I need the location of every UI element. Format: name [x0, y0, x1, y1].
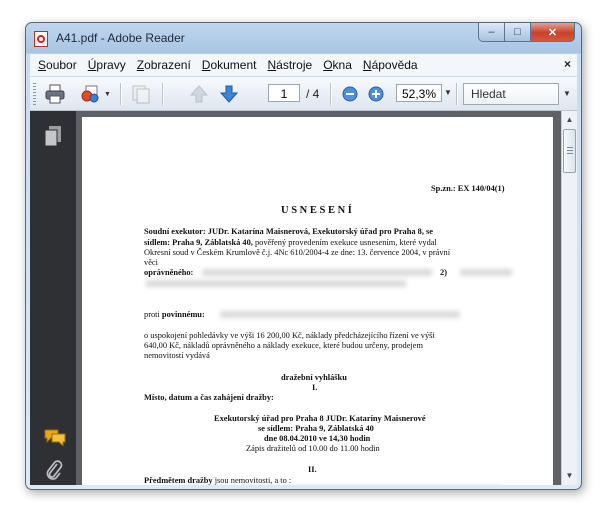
office-line: Zápis dražitelů od 10.00 do 11.00 hodin	[246, 444, 380, 453]
minimize-icon: –	[488, 26, 495, 38]
toolbar-separator	[120, 83, 122, 105]
section-heading: Místo, datum a čas zahájení dražby:	[144, 393, 274, 402]
page-down-icon	[219, 85, 239, 103]
office-line: se sídlem: Praha 9, Záblatská 40	[258, 424, 374, 433]
paragraph-text: jsou nemovitosti, a to :	[214, 476, 292, 485]
close-document-icon[interactable]: ×	[564, 57, 571, 71]
window-controls: – □ ✕	[478, 23, 575, 43]
pages-icon	[44, 126, 61, 147]
menu-upravy[interactable]: Úpravy	[88, 58, 126, 72]
window-title: A41.pdf - Adobe Reader	[56, 31, 185, 45]
zoom-in-button[interactable]	[366, 82, 386, 106]
scroll-grip	[567, 147, 573, 154]
document-heading: U S N E S E N Í	[281, 205, 352, 216]
zoom-out-button[interactable]	[340, 82, 360, 106]
paragraph-line: sídlem: Praha 9, Záblatská 40, pověřený …	[144, 238, 437, 247]
page-total-label: / 4	[306, 87, 320, 101]
paragraph-line: o uspokojení pohledávky ve výši 16 200,0…	[144, 331, 435, 340]
print-icon	[45, 84, 65, 104]
menu-zobrazeni[interactable]: Zobrazení	[137, 58, 191, 72]
zoom-level-select[interactable]: 52,3%	[396, 84, 442, 102]
toolbar-grip[interactable]	[33, 83, 36, 105]
section-number: II.	[308, 465, 317, 474]
minimize-button[interactable]: –	[478, 23, 505, 42]
paragraph-line: věci	[144, 258, 158, 267]
paragraph-bold: Předmětem dražby	[144, 476, 213, 485]
paragraph-line: Okresní soud v Českém Krumlově č.j. 4Nc …	[144, 248, 451, 257]
menu-bar: Soubor Úpravy Zobrazení Dokument Nástroj…	[30, 54, 577, 76]
povinnemu-label: povinnému:	[161, 310, 205, 319]
redacted-text	[146, 280, 406, 287]
print-button[interactable]	[42, 82, 68, 106]
attachments-panel-button[interactable]	[44, 459, 64, 486]
scroll-up-button[interactable]: ▲	[562, 112, 577, 127]
toolbar-separator	[330, 83, 332, 105]
share-icon	[81, 85, 99, 103]
opravneneho-label: oprávněného:	[144, 268, 194, 277]
menu-dokument[interactable]: Dokument	[202, 58, 257, 72]
maximize-button[interactable]: □	[505, 23, 531, 42]
toolbar: ▼ 1 / 4 52,3% ▼ Hledat ▼	[30, 77, 577, 111]
scroll-thumb[interactable]	[563, 129, 576, 173]
menu-napoveda[interactable]: Nápověda	[363, 58, 418, 72]
review-button[interactable]	[128, 82, 154, 106]
office-line: dne 08.04.2010 ve 14,30 hodin	[264, 434, 371, 443]
menu-nastroje[interactable]: Nástroje	[267, 58, 312, 72]
section-number: I.	[312, 383, 318, 392]
section-title: dražební vyhlášku	[281, 373, 347, 382]
title-bar[interactable]: A41.pdf - Adobe Reader – □ ✕	[26, 23, 581, 53]
page-number-input[interactable]: 1	[268, 84, 300, 102]
scroll-down-button[interactable]: ▼	[562, 468, 577, 483]
paragraph-line: nemovitostí vydává	[144, 351, 210, 360]
menu-okna[interactable]: Okna	[323, 58, 352, 72]
redacted-text	[220, 311, 460, 318]
comments-icon	[44, 429, 66, 448]
review-icon	[132, 85, 150, 104]
navigation-pane	[30, 111, 76, 485]
adobe-reader-icon	[34, 31, 48, 47]
close-button[interactable]: ✕	[531, 23, 575, 42]
comments-panel-button[interactable]	[44, 428, 66, 451]
share-dropdown-icon: ▼	[104, 90, 111, 98]
redacted-text	[202, 269, 432, 276]
zoom-in-icon	[368, 86, 384, 102]
share-button[interactable]: ▼	[78, 82, 112, 106]
page-up-icon	[189, 85, 209, 103]
attachments-icon	[46, 460, 63, 480]
paragraph-line: 640,00 Kč, nákladů oprávněného a náklady…	[144, 341, 423, 350]
app-window: A41.pdf - Adobe Reader – □ ✕ Soubor Úpra…	[25, 22, 582, 490]
proti-label: proti	[144, 310, 160, 319]
file-reference: Sp.zn.: EX 140/04(1)	[431, 184, 505, 193]
toolbar-separator	[456, 83, 458, 105]
next-page-button[interactable]	[216, 82, 242, 106]
document-view[interactable]: Sp.zn.: EX 140/04(1) U S N E S E N Í Sou…	[76, 111, 561, 485]
maximize-icon: □	[514, 26, 521, 38]
opravneneho-suffix: 2)	[440, 268, 447, 277]
previous-page-button[interactable]	[186, 82, 212, 106]
pdf-page: Sp.zn.: EX 140/04(1) U S N E S E N Í Sou…	[82, 117, 553, 485]
zoom-dropdown-icon[interactable]: ▼	[444, 88, 452, 97]
search-input[interactable]: Hledat	[463, 83, 559, 105]
redacted-text	[460, 269, 512, 276]
menu-soubor[interactable]: Soubor	[38, 58, 77, 72]
proti-povinnemu: proti povinnému:	[144, 310, 205, 319]
paragraph-text: pověřený provedením exekuce usnesením, k…	[254, 238, 437, 247]
vertical-scrollbar[interactable]: ▲ ▼	[561, 111, 577, 485]
paragraph-line: Soudní exekutor: JUDr. Katarína Maisnero…	[144, 227, 434, 236]
zoom-out-icon	[342, 86, 358, 102]
pages-panel-button[interactable]	[44, 125, 62, 152]
office-line: Exekutorský úřad pro Praha 8 JUDr. Katar…	[214, 414, 426, 423]
paragraph-bold: sídlem: Praha 9, Záblatská 40,	[144, 238, 253, 247]
close-icon: ✕	[547, 26, 558, 39]
paragraph-line: Předmětem dražby jsou nemovitosti, a to …	[144, 476, 291, 485]
search-dropdown-icon[interactable]: ▼	[563, 89, 571, 98]
toolbar-separator	[162, 83, 164, 105]
